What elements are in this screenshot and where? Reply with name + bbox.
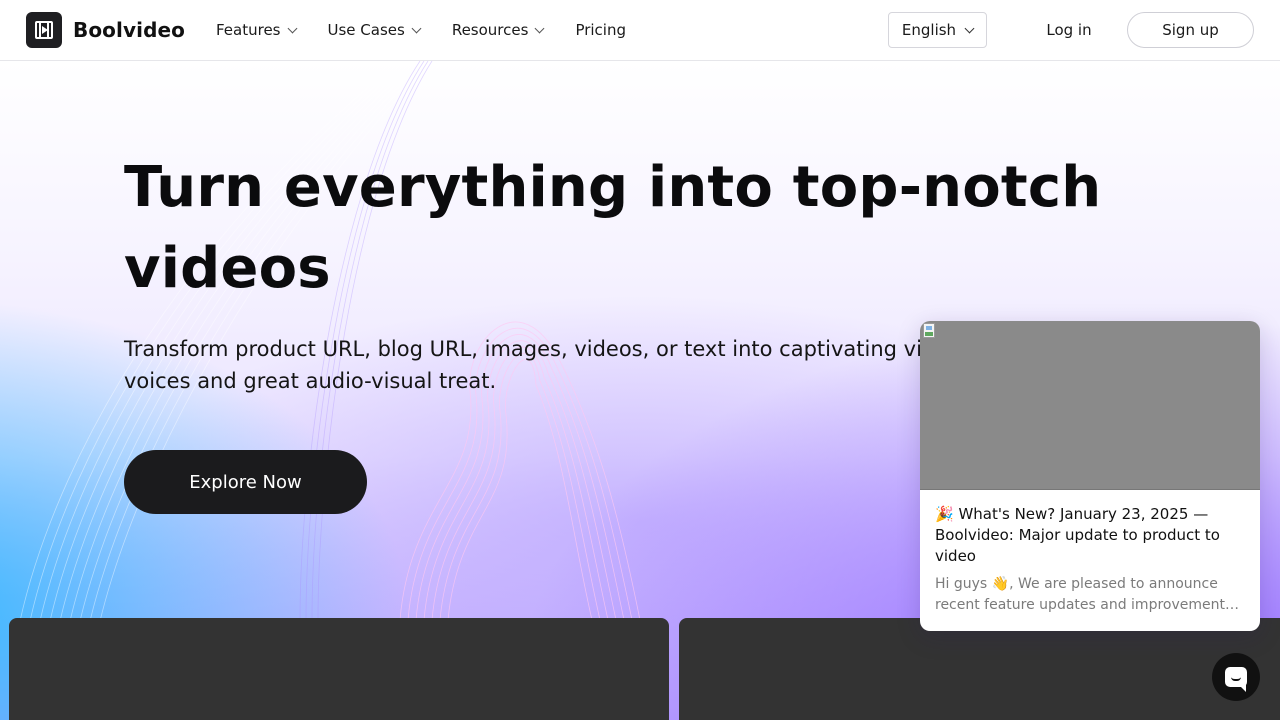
language-select[interactable]: English <box>888 12 987 48</box>
explore-now-button[interactable]: Explore Now <box>124 450 367 514</box>
brand-logo[interactable]: Boolvideo <box>26 12 185 48</box>
hero-headline: Turn everything into top-notch videos <box>124 155 1102 301</box>
nav-item-label: Pricing <box>575 21 626 39</box>
preview-card <box>9 618 669 720</box>
nav-item-pricing[interactable]: Pricing <box>575 21 626 39</box>
nav-item-label: Use Cases <box>327 21 405 39</box>
chat-bubble-icon <box>1225 667 1247 692</box>
nav-item-features[interactable]: Features <box>216 21 297 39</box>
language-label: English <box>901 21 957 39</box>
chat-button[interactable] <box>1212 653 1260 701</box>
chevron-down-icon <box>411 23 422 33</box>
site-header: Boolvideo Features Use Cases Resources P… <box>0 0 1280 61</box>
nav-item-use-cases[interactable]: Use Cases <box>327 21 422 39</box>
notice-text: Hi guys 👋, We are pleased to announce re… <box>935 576 1233 613</box>
notice-title[interactable]: 🎉 What's New? January 23, 2025 — Boolvid… <box>935 504 1247 567</box>
main-nav: Features Use Cases Resources Pricing <box>216 0 658 60</box>
nav-item-resources[interactable]: Resources <box>451 21 545 39</box>
chevron-down-icon <box>287 23 297 33</box>
broken-image-icon <box>922 323 938 339</box>
notice-image <box>920 321 1260 490</box>
chevron-down-icon <box>964 23 975 33</box>
whats-new-popup[interactable]: 🎉 What's New? January 23, 2025 — Boolvid… <box>920 321 1260 631</box>
nav-item-label: Resources <box>451 21 529 39</box>
brand-name: Boolvideo <box>73 18 185 42</box>
video-frame-play-icon <box>26 12 62 48</box>
signup-button[interactable]: Sign up <box>1127 12 1254 48</box>
login-button[interactable]: Log in <box>1030 12 1108 48</box>
preview-card <box>679 618 1280 720</box>
chevron-down-icon <box>534 23 545 33</box>
nav-item-label: Features <box>216 21 281 39</box>
